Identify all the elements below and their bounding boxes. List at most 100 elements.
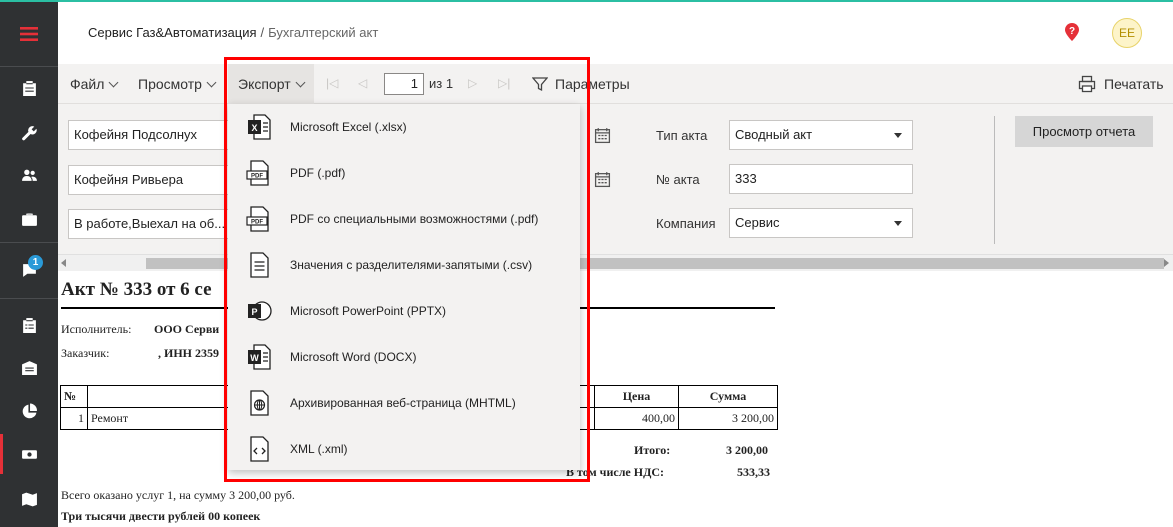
- report-document: Акт № 333 от 6 се Исполнитель: ООО Серви…: [58, 271, 1173, 527]
- sidebar-item-accounting[interactable]: [0, 434, 58, 474]
- parameters-button[interactable]: Параметры: [555, 76, 630, 92]
- company-value: Сервис: [735, 215, 780, 230]
- export-option-pdf-accessible[interactable]: PDF PDF со специальными возможностями (.…: [228, 196, 580, 242]
- act-type-select[interactable]: Сводный акт: [729, 120, 913, 150]
- sidebar-item-reports[interactable]: [0, 391, 58, 431]
- status-field[interactable]: В работе,Выехал на об...: [68, 209, 238, 239]
- money-icon: [21, 449, 37, 459]
- executor-label: Исполнитель:: [61, 322, 132, 336]
- sidebar-item-checklists[interactable]: [0, 305, 58, 345]
- client-field-1[interactable]: Кофейня Подсолнух: [68, 120, 238, 150]
- hamburger-icon: [20, 27, 38, 41]
- notification-badge: 1: [28, 255, 43, 270]
- act-number-label: № акта: [656, 172, 700, 187]
- web-archive-icon: [250, 390, 269, 416]
- export-option-label: XML (.xml): [290, 442, 348, 456]
- prev-page-icon[interactable]: ◁: [358, 76, 367, 90]
- export-option-label: Microsoft Excel (.xlsx): [290, 120, 407, 134]
- sidebar-item-jobs[interactable]: [0, 199, 58, 239]
- col-header-sum: Сумма: [678, 385, 778, 408]
- export-option-label: Microsoft Word (DOCX): [290, 350, 417, 364]
- row-no: 1: [60, 407, 88, 430]
- total-value: 3 200,00: [726, 443, 768, 457]
- sidebar-item-clients[interactable]: [0, 155, 58, 195]
- vertical-divider: [994, 116, 995, 244]
- col-header-no: №: [60, 385, 88, 408]
- company-label: Компания: [656, 216, 716, 231]
- export-option-label: Значения с разделителями-запятыми (.csv): [290, 258, 533, 272]
- chevron-down-icon: [295, 77, 306, 87]
- row-sum: 3 200,00: [678, 407, 778, 430]
- view-menu-button[interactable]: Просмотр: [128, 64, 225, 104]
- summary-text: Всего оказано услуг 1, на сумму 3 200,00…: [61, 488, 295, 502]
- wrench-icon: [21, 125, 37, 140]
- next-page-icon[interactable]: ▷: [468, 76, 477, 90]
- act-type-label: Тип акта: [656, 128, 708, 143]
- menu-toggle[interactable]: [0, 12, 58, 56]
- print-button[interactable]: Печатать: [1104, 76, 1164, 92]
- sidebar-divider: [0, 242, 58, 243]
- sidebar-item-service[interactable]: [0, 113, 58, 153]
- calendar-icon[interactable]: [594, 171, 611, 188]
- total-label: Итого:: [634, 443, 671, 457]
- page-count: из 1: [429, 76, 454, 91]
- sidebar: 1: [0, 2, 58, 527]
- briefcase-icon: [21, 212, 37, 226]
- dropdown-arrow-icon: [894, 221, 902, 226]
- breadcrumb-separator: /: [260, 25, 265, 40]
- sidebar-divider: [0, 66, 58, 67]
- view-report-button[interactable]: Просмотр отчета: [1015, 116, 1153, 147]
- csv-icon: [250, 252, 269, 278]
- printer-icon[interactable]: [1078, 75, 1096, 93]
- export-menu-button[interactable]: Экспорт: [228, 64, 314, 104]
- sidebar-item-warehouse[interactable]: [0, 347, 58, 387]
- act-type-value: Сводный акт: [735, 127, 813, 142]
- file-menu-button[interactable]: Файл: [60, 64, 127, 104]
- checklist-icon: [22, 317, 36, 333]
- report-title: Акт № 333 от 6 се: [61, 279, 212, 300]
- parameters-panel: Кофейня Подсолнух Кофейня Ривьера В рабо…: [58, 104, 1173, 254]
- pdf-icon: PDF: [246, 206, 269, 232]
- svg-text:P: P: [251, 307, 257, 317]
- help-icon[interactable]: ?: [1062, 22, 1082, 42]
- vat-label: В том числе НДС:: [566, 465, 665, 479]
- clipboard-icon: [22, 80, 36, 96]
- export-option-powerpoint[interactable]: P Microsoft PowerPoint (PPTX): [228, 288, 580, 334]
- pdf-icon: PDF: [246, 160, 269, 186]
- sidebar-item-map[interactable]: [0, 479, 58, 519]
- export-option-csv[interactable]: Значения с разделителями-запятыми (.csv): [228, 242, 580, 288]
- export-option-word[interactable]: W Microsoft Word (DOCX): [228, 334, 580, 380]
- client-field-2[interactable]: Кофейня Ривьера: [68, 165, 238, 195]
- sidebar-divider: [0, 298, 58, 299]
- export-option-label: PDF со специальными возможностями (.pdf): [290, 212, 539, 226]
- scroll-left-icon[interactable]: [61, 259, 66, 267]
- customer-label: Заказчик:: [61, 346, 110, 360]
- export-option-mhtml[interactable]: Архивированная веб-страница (MHTML): [228, 380, 580, 426]
- act-number-input[interactable]: 333: [729, 164, 913, 194]
- page-number-input[interactable]: 1: [384, 73, 424, 95]
- header: Сервис Газ&Автоматизация / Бухгалтерский а…: [58, 2, 1173, 64]
- powerpoint-icon: P: [248, 301, 272, 321]
- export-dropdown-menu: X Microsoft Excel (.xlsx) PDF PDF (.pdf)…: [228, 104, 580, 470]
- excel-icon: X: [248, 114, 271, 140]
- calendar-icon[interactable]: [594, 127, 611, 144]
- export-option-pdf[interactable]: PDF PDF (.pdf): [228, 150, 580, 196]
- file-menu-label: Файл: [70, 76, 105, 92]
- sidebar-item-tasks[interactable]: [0, 68, 58, 108]
- view-menu-label: Просмотр: [138, 76, 202, 92]
- svg-text:PDF: PDF: [251, 174, 263, 180]
- export-option-xml[interactable]: XML (.xml): [228, 426, 580, 472]
- scroll-right-icon[interactable]: [1164, 259, 1169, 267]
- last-page-icon[interactable]: ▷|: [498, 76, 510, 90]
- svg-text:W: W: [250, 353, 259, 363]
- filter-icon[interactable]: [532, 76, 548, 92]
- horizontal-scrollbar[interactable]: [58, 254, 1173, 271]
- company-select[interactable]: Сервис: [729, 208, 913, 238]
- user-avatar[interactable]: ЕЕ: [1112, 18, 1142, 48]
- breadcrumb-company[interactable]: Сервис Газ&Автоматизация: [88, 25, 257, 40]
- first-page-icon[interactable]: |◁: [326, 76, 338, 90]
- report-toolbar: Файл Просмотр Экспорт |◁ ◁ 1 из 1 ▷ ▷| П…: [58, 64, 1173, 104]
- users-icon: [21, 169, 37, 181]
- export-option-excel[interactable]: X Microsoft Excel (.xlsx): [228, 104, 580, 150]
- sidebar-item-messages[interactable]: 1: [0, 250, 58, 290]
